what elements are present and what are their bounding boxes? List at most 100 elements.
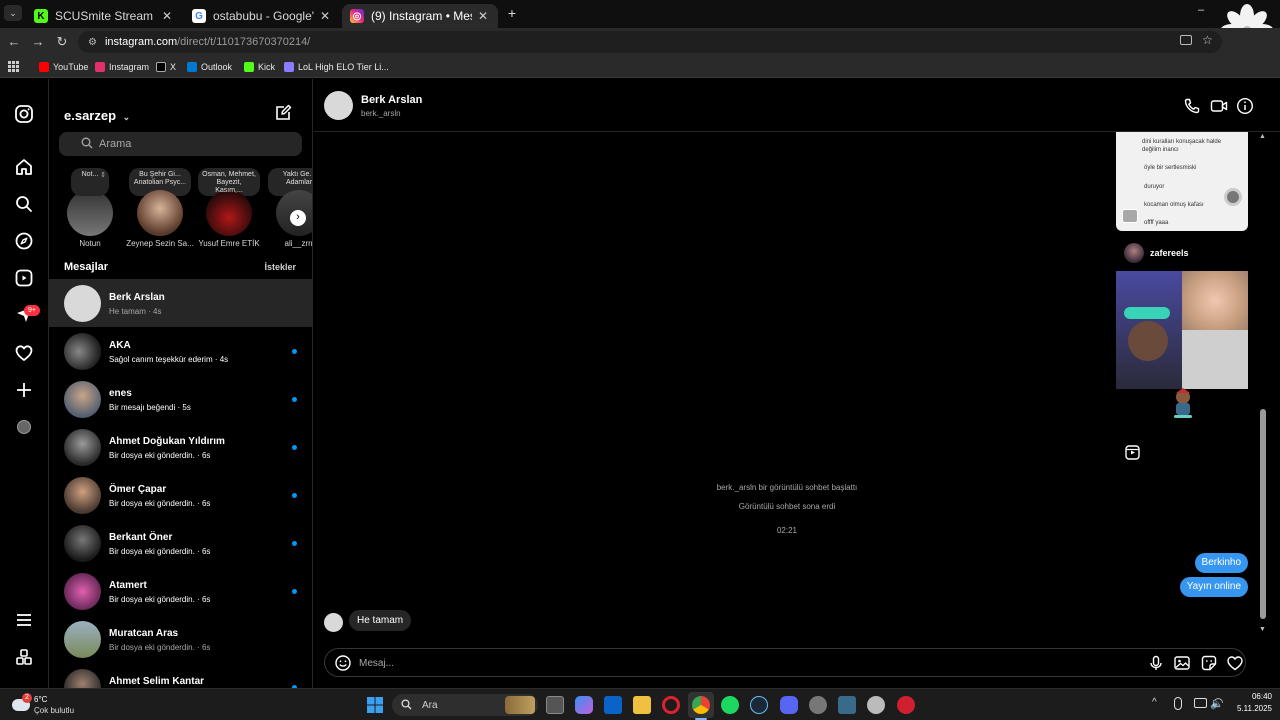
info-icon[interactable] bbox=[1236, 97, 1254, 115]
explore-compass-icon[interactable] bbox=[14, 231, 34, 251]
phone-call-icon[interactable] bbox=[1183, 97, 1201, 115]
image-upload-icon[interactable] bbox=[1173, 654, 1191, 672]
close-tab-icon[interactable]: ✕ bbox=[318, 9, 332, 23]
browser-tab-google[interactable]: G ostabubu - Google'da Ara ✕ bbox=[184, 4, 340, 28]
video-call-icon[interactable] bbox=[1210, 97, 1228, 115]
kick-icon bbox=[244, 62, 254, 72]
chat-contact-name[interactable]: Berk Arslan bbox=[361, 94, 422, 106]
sent-message-bubble[interactable]: Berkinho bbox=[1194, 553, 1248, 573]
profile-avatar[interactable] bbox=[17, 420, 31, 434]
conversation-item[interactable]: Berk Arslan He tamam · 4s bbox=[49, 279, 312, 327]
system-tray-chevron-icon[interactable]: ^ bbox=[1152, 697, 1157, 708]
shared-post-image[interactable] bbox=[1116, 271, 1248, 389]
weather-badge: 2 bbox=[22, 693, 32, 703]
app-icon-red[interactable] bbox=[897, 696, 915, 714]
shared-post-author[interactable]: zafereels bbox=[1124, 242, 1189, 264]
new-tab-icon[interactable]: + bbox=[505, 5, 519, 21]
bookmark-x[interactable]: X bbox=[156, 60, 176, 74]
emoji-icon[interactable] bbox=[334, 654, 352, 672]
scroll-thumb[interactable] bbox=[1260, 409, 1266, 619]
note-item[interactable]: Osman, Mehmet, Bayezit, Kasım,... Yusuf … bbox=[194, 168, 264, 248]
app-icon-character[interactable] bbox=[867, 696, 885, 714]
reels-icon[interactable] bbox=[1125, 445, 1140, 460]
avatar[interactable] bbox=[324, 91, 353, 120]
bookmark-youtube[interactable]: YouTube bbox=[39, 60, 88, 74]
apps-grid-icon[interactable] bbox=[8, 61, 19, 72]
sent-message-bubble[interactable]: Yayın online bbox=[1179, 577, 1248, 597]
display-icon[interactable] bbox=[1194, 698, 1207, 708]
meta-apps-icon[interactable] bbox=[14, 647, 34, 667]
sticker-icon[interactable] bbox=[1200, 654, 1218, 672]
close-tab-icon[interactable]: ✕ bbox=[160, 9, 174, 23]
outlook-icon[interactable] bbox=[604, 696, 622, 714]
address-bar[interactable]: ⚙ instagram.com/direct/t/110173670370214… bbox=[78, 31, 1222, 53]
spotify-icon[interactable] bbox=[721, 696, 739, 714]
instagram-logo-icon[interactable] bbox=[14, 104, 34, 124]
search-input[interactable]: Arama bbox=[59, 132, 302, 156]
tab-search-dropdown-icon[interactable]: ⌄ bbox=[4, 5, 22, 21]
outlook-icon bbox=[187, 62, 197, 72]
avatar[interactable] bbox=[324, 613, 343, 632]
menu-hamburger-icon[interactable] bbox=[14, 610, 34, 630]
windows-start-icon[interactable] bbox=[366, 696, 384, 714]
conversation-item[interactable]: Berkant Öner Bir dosya eki gönderdin. · … bbox=[49, 519, 312, 567]
install-app-icon[interactable] bbox=[1180, 35, 1192, 45]
scroll-up-arrow-icon[interactable]: ▲ bbox=[1259, 133, 1266, 140]
note-item[interactable]: Yaktı Ge... Adamlar ali__zrrr bbox=[264, 168, 312, 248]
taskbar-search[interactable]: Ara bbox=[392, 694, 538, 716]
conversation-item[interactable]: enes Bir mesajı beğendi · 5s bbox=[49, 375, 312, 423]
bookmark-instagram[interactable]: Instagram bbox=[95, 60, 149, 74]
forward-icon[interactable]: → bbox=[30, 34, 46, 50]
back-icon[interactable]: ← bbox=[6, 34, 22, 50]
taskbar-clock[interactable]: 06:40 5.11.2025 bbox=[1226, 692, 1272, 713]
chrome-icon[interactable] bbox=[692, 696, 710, 714]
site-info-icon[interactable]: ⚙ bbox=[88, 37, 97, 48]
video-call-ended-text[interactable]: Görüntülü sohbet sona erdi bbox=[614, 502, 960, 511]
note-item[interactable]: Bu Şehir Gi... Anatolian Psyc... Zeynep … bbox=[125, 168, 195, 248]
browser-tab-instagram[interactable]: ◎ (9) Instagram • Mesajlar ✕ bbox=[342, 4, 498, 28]
conversation-item[interactable]: Muratcan Aras Bir dosya eki gönderdin. ·… bbox=[49, 615, 312, 663]
discord-icon[interactable] bbox=[780, 696, 798, 714]
microphone-icon[interactable] bbox=[1147, 654, 1165, 672]
app-icon-circle[interactable] bbox=[809, 696, 827, 714]
note-item[interactable]: Not... ⇕ Notun bbox=[55, 168, 125, 248]
task-view-icon[interactable] bbox=[546, 696, 564, 714]
close-tab-icon[interactable]: ✕ bbox=[476, 9, 490, 23]
scroll-down-arrow-icon[interactable]: ▼ bbox=[1259, 626, 1266, 633]
conversation-item[interactable]: AKA Sağol canım teşekkür ederim · 4s bbox=[49, 327, 312, 375]
notifications-heart-icon[interactable] bbox=[14, 343, 34, 363]
received-message-bubble[interactable]: He tamam bbox=[349, 610, 412, 631]
reload-icon[interactable]: ↻ bbox=[54, 34, 70, 50]
new-message-icon[interactable] bbox=[274, 104, 292, 122]
reels-icon[interactable] bbox=[14, 268, 34, 288]
inbox-panel: e.sarzep ⌄ Arama Not... ⇕ Notun Bu Şehir … bbox=[49, 79, 313, 688]
like-heart-icon[interactable] bbox=[1226, 654, 1244, 672]
app-icon-settings[interactable] bbox=[838, 696, 856, 714]
bookmark-star-icon[interactable]: ☆ bbox=[1202, 33, 1213, 47]
account-switcher[interactable]: e.sarzep ⌄ bbox=[64, 108, 130, 123]
opera-icon[interactable] bbox=[662, 696, 680, 714]
steam-icon[interactable] bbox=[750, 696, 768, 714]
bookmark-outlook[interactable]: Outlook bbox=[187, 60, 232, 74]
bookmark-kick[interactable]: Kick bbox=[244, 60, 275, 74]
search-icon[interactable] bbox=[14, 194, 34, 214]
minimize-icon[interactable]: – bbox=[1198, 5, 1208, 16]
shared-reel-thumbnail[interactable]: dini kuralları konuşacak halde değilim i… bbox=[1116, 132, 1248, 231]
conversation-item[interactable]: Ömer Çapar Bir dosya eki gönderdin. · 6s bbox=[49, 471, 312, 519]
requests-link[interactable]: İstekler bbox=[264, 262, 296, 272]
message-input[interactable] bbox=[359, 655, 1139, 671]
microphone-icon[interactable] bbox=[1174, 697, 1182, 710]
browser-tab-kick[interactable]: K SCUSmite Stream - Watch Live ✕ bbox=[26, 4, 182, 28]
conversation-item[interactable]: Ahmet Doğukan Yıldırım Bir dosya eki gön… bbox=[49, 423, 312, 471]
note-avatar bbox=[137, 190, 183, 236]
carousel-next-icon[interactable]: › bbox=[290, 210, 306, 226]
conversation-item[interactable]: Ahmet Selim Kantar bbox=[49, 663, 312, 688]
home-icon[interactable] bbox=[14, 157, 34, 177]
weather-widget[interactable]: 2 6°C Çok bulutlu bbox=[12, 693, 102, 717]
create-plus-icon[interactable] bbox=[14, 380, 34, 400]
volume-icon[interactable]: 🔈 bbox=[1210, 697, 1224, 710]
file-explorer-icon[interactable] bbox=[633, 696, 651, 714]
bookmark-lol[interactable]: LoL High ELO Tier Li... bbox=[284, 60, 389, 74]
conversation-item[interactable]: Atamert Bir dosya eki gönderdin. · 6s bbox=[49, 567, 312, 615]
copilot-icon[interactable] bbox=[575, 696, 593, 714]
